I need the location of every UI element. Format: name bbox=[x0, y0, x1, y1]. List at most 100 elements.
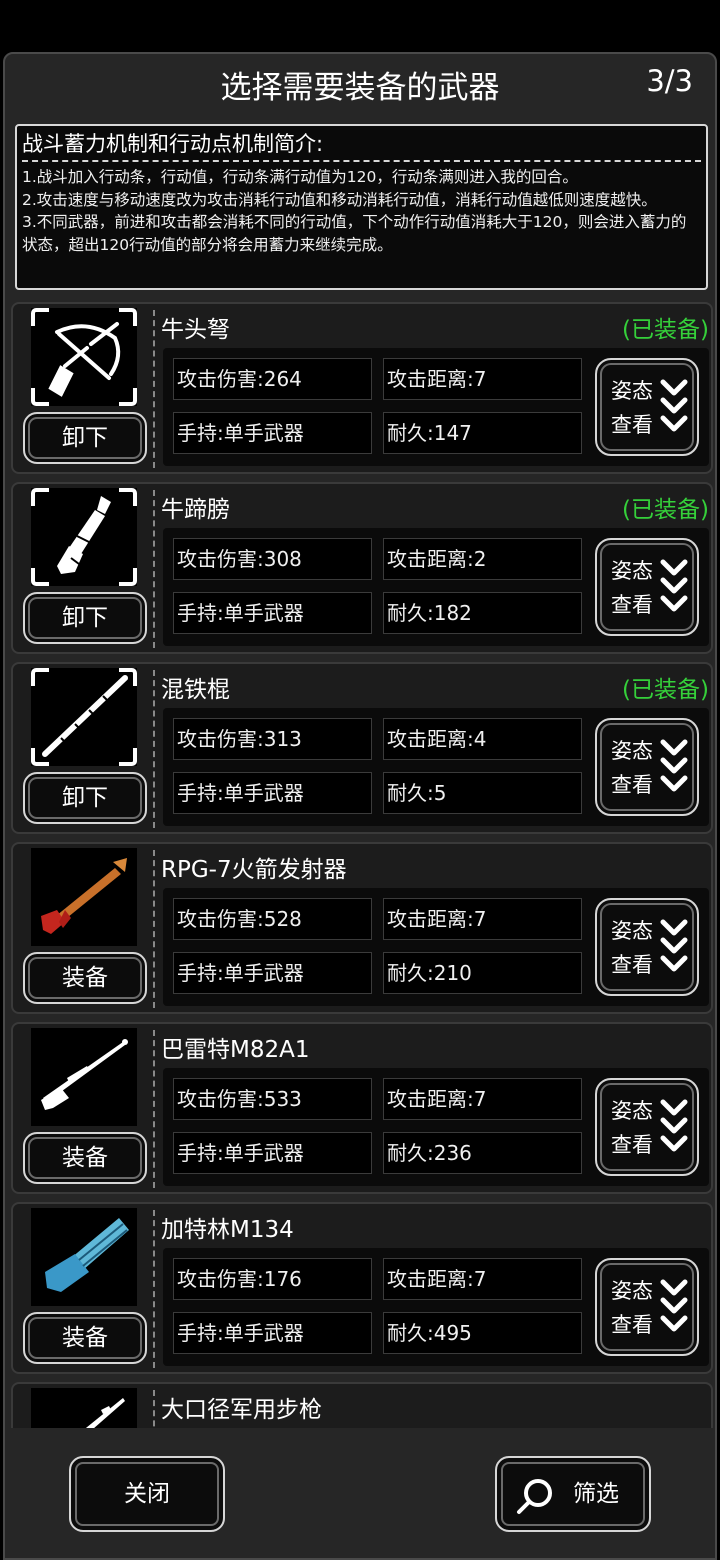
weapon-card: 装备 加特林M134 攻击伤害:176 攻击距离:7 手持:单手武器 耐久:49… bbox=[11, 1202, 713, 1374]
view-stance-button[interactable]: 姿态 查看 bbox=[595, 898, 699, 996]
weapon-name: 巴雷特M82A1 bbox=[161, 1037, 310, 1063]
iron-staff-icon bbox=[31, 668, 137, 766]
panel-header: 选择需要装备的武器 3/3 bbox=[5, 54, 715, 116]
unequip-button[interactable]: 卸下 bbox=[23, 412, 147, 464]
stat-damage: 攻击伤害:313 bbox=[173, 718, 372, 760]
equip-button[interactable]: 装备 bbox=[23, 1132, 147, 1184]
equipped-badge: (已装备) bbox=[622, 497, 709, 523]
stance-label: 姿态 bbox=[611, 739, 653, 763]
stat-range: 攻击距离:7 bbox=[383, 1078, 582, 1120]
crossbow-icon bbox=[31, 308, 137, 406]
view-stance-button[interactable]: 姿态 查看 bbox=[595, 1258, 699, 1356]
intro-line: 1.战斗加入行动条，行动值，行动条满行动值为120，行动条满则进入我的回合。 bbox=[22, 168, 578, 186]
stat-range: 攻击距离:7 bbox=[383, 358, 582, 400]
weapon-stats: 攻击伤害:533 攻击距离:7 手持:单手武器 耐久:236 姿态 查看 bbox=[163, 1068, 709, 1186]
weapon-stats: 攻击伤害:308 攻击距离:2 手持:单手武器 耐久:182 姿态 查看 bbox=[163, 528, 709, 646]
filter-label: 筛选 bbox=[573, 1481, 619, 1507]
search-icon bbox=[517, 1479, 552, 1514]
view-label: 查看 bbox=[611, 593, 653, 617]
equip-button[interactable]: 装备 bbox=[23, 952, 147, 1004]
weapon-name: 加特林M134 bbox=[161, 1217, 294, 1243]
divider bbox=[153, 490, 155, 648]
filter-button[interactable]: 筛选 bbox=[495, 1456, 651, 1532]
gatling-gun-icon bbox=[31, 1208, 137, 1306]
unequip-button[interactable]: 卸下 bbox=[23, 772, 147, 824]
stat-durability: 耐久:236 bbox=[383, 1132, 582, 1174]
chevron-down-icon bbox=[660, 1099, 688, 1152]
stat-durability: 耐久:210 bbox=[383, 952, 582, 994]
equip-button[interactable]: 装备 bbox=[23, 1312, 147, 1364]
stat-durability: 耐久:5 bbox=[383, 772, 582, 814]
intro-line: 2.攻击速度与移动速度改为攻击消耗行动值和移动消耗行动值，消耗行动值越低则速度越… bbox=[22, 190, 657, 209]
divider bbox=[153, 1390, 155, 1428]
stat-range: 攻击距离:4 bbox=[383, 718, 582, 760]
view-stance-button[interactable]: 姿态 查看 bbox=[595, 718, 699, 816]
view-label: 查看 bbox=[611, 773, 653, 797]
stat-damage: 攻击伤害:533 bbox=[173, 1078, 372, 1120]
weapon-card: 卸下 牛头弩 (已装备) 攻击伤害:264 攻击距离:7 手持:单手武器 耐久:… bbox=[11, 302, 713, 474]
stance-label: 姿态 bbox=[611, 1099, 653, 1123]
view-label: 查看 bbox=[611, 1313, 653, 1337]
stat-hand: 手持:单手武器 bbox=[173, 1312, 372, 1354]
view-label: 查看 bbox=[611, 1133, 653, 1157]
weapon-stats: 攻击伤害:264 攻击距离:7 手持:单手武器 耐久:147 姿态查看 bbox=[163, 348, 709, 466]
weapon-card: 卸下 混铁棍 (已装备) 攻击伤害:313 攻击距离:4 手持:单手武器 耐久:… bbox=[11, 662, 713, 834]
weapon-list[interactable]: 卸下 牛头弩 (已装备) 攻击伤害:264 攻击距离:7 手持:单手武器 耐久:… bbox=[11, 302, 713, 1428]
stat-damage: 攻击伤害:528 bbox=[173, 898, 372, 940]
stat-durability: 耐久:182 bbox=[383, 592, 582, 634]
divider bbox=[153, 850, 155, 1008]
weapon-stats: 攻击伤害:176 攻击距离:7 手持:单手武器 耐久:495 姿态查看 bbox=[163, 1248, 709, 1366]
stat-durability: 耐久:495 bbox=[383, 1312, 582, 1354]
chevron-down-icon bbox=[660, 919, 688, 972]
stance-label: 姿态 bbox=[611, 1279, 653, 1303]
weapon-card: 卸下 牛蹄膀 (已装备) 攻击伤害:308 攻击距离:2 手持:单手武器 耐久:… bbox=[11, 482, 713, 654]
view-stance-button[interactable]: 姿态 查看 bbox=[595, 538, 699, 636]
intro-title: 战斗蓄力机制和行动点机制简介: bbox=[22, 132, 324, 156]
weapon-name: 牛蹄膀 bbox=[161, 497, 230, 523]
divider bbox=[153, 1210, 155, 1368]
page-title: 选择需要装备的武器 bbox=[220, 70, 500, 106]
weapon-name: 混铁棍 bbox=[161, 677, 230, 703]
stat-damage: 攻击伤害:264 bbox=[173, 358, 372, 400]
weapon-stats: 攻击伤害:313 攻击距离:4 手持:单手武器 耐久:5 姿态 查看 bbox=[163, 708, 709, 826]
rocket-launcher-icon bbox=[31, 848, 137, 946]
stat-range: 攻击距离:7 bbox=[383, 898, 582, 940]
weapon-name: 大口径军用步枪 bbox=[161, 1397, 322, 1423]
weapon-stats: 攻击伤害:528 攻击距离:7 手持:单手武器 耐久:210 姿态查看 bbox=[163, 888, 709, 1006]
divider bbox=[153, 310, 155, 468]
stance-label: 姿态 bbox=[611, 559, 653, 583]
unequip-button[interactable]: 卸下 bbox=[23, 592, 147, 644]
close-button[interactable]: 关闭 bbox=[69, 1456, 225, 1532]
divider bbox=[153, 670, 155, 828]
mechanics-intro-box: 战斗蓄力机制和行动点机制简介: 1.战斗加入行动条，行动值，行动条满行动值为12… bbox=[15, 124, 708, 290]
weapon-card: 大口径军用步枪 bbox=[11, 1382, 713, 1428]
chevron-down-icon bbox=[660, 379, 688, 432]
stat-durability: 耐久:147 bbox=[383, 412, 582, 454]
chevron-down-icon bbox=[660, 739, 688, 792]
view-label: 查看 bbox=[611, 413, 653, 437]
intro-line: 3.不同武器，前进和攻击都会消耗不同的行动值，下个动作行动值消耗大于120，则会… bbox=[22, 213, 687, 254]
footer-bar: 关闭 筛选 bbox=[5, 1430, 715, 1558]
view-stance-button[interactable]: 姿态 查看 bbox=[595, 358, 699, 456]
divider bbox=[153, 1030, 155, 1188]
stat-hand: 手持:单手武器 bbox=[173, 952, 372, 994]
weapon-name: RPG-7火箭发射器 bbox=[161, 857, 347, 883]
stat-range: 攻击距离:7 bbox=[383, 1258, 582, 1300]
stat-range: 攻击距离:2 bbox=[383, 538, 582, 580]
hoof-club-icon bbox=[31, 488, 137, 586]
view-stance-button[interactable]: 姿态 查看 bbox=[595, 1078, 699, 1176]
page-indicator: 3/3 bbox=[646, 64, 693, 98]
chevron-down-icon bbox=[660, 1279, 688, 1332]
stat-hand: 手持:单手武器 bbox=[173, 592, 372, 634]
weapon-card: 装备 RPG-7火箭发射器 攻击伤害:528 攻击距离:7 手持:单手武器 耐久… bbox=[11, 842, 713, 1014]
weapon-card: 装备 巴雷特M82A1 攻击伤害:533 攻击距离:7 手持:单手武器 耐久:2… bbox=[11, 1022, 713, 1194]
weapon-name: 牛头弩 bbox=[161, 317, 230, 343]
equipped-badge: (已装备) bbox=[622, 677, 709, 703]
stance-label: 姿态 bbox=[611, 379, 653, 403]
stance-label: 姿态 bbox=[611, 919, 653, 943]
view-label: 查看 bbox=[611, 953, 653, 977]
rifle-icon bbox=[31, 1388, 137, 1428]
stat-hand: 手持:单手武器 bbox=[173, 412, 372, 454]
chevron-down-icon bbox=[660, 559, 688, 612]
stat-damage: 攻击伤害:176 bbox=[173, 1258, 372, 1300]
